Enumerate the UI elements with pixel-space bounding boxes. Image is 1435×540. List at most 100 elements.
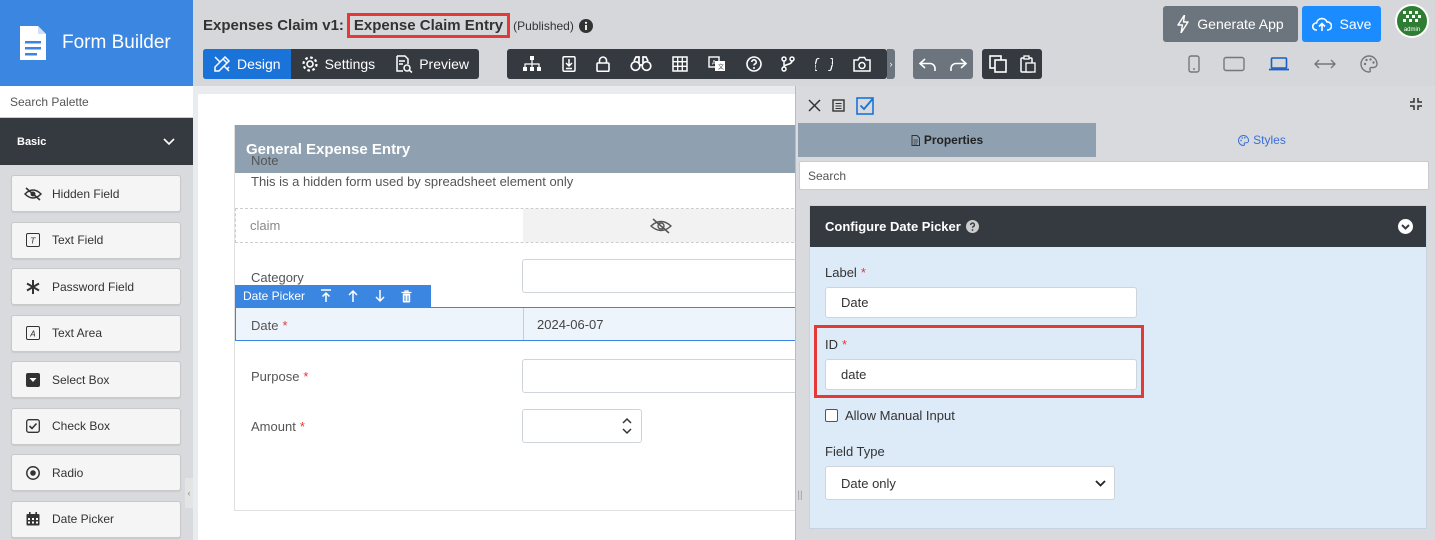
tab-design[interactable]: Design	[203, 49, 291, 79]
app-title: Expenses Claim v1:	[203, 17, 344, 34]
palette-item-password-field[interactable]: Password Field	[11, 268, 181, 305]
arrow-up-icon[interactable]	[347, 289, 359, 303]
table-grid-icon[interactable]	[672, 56, 688, 72]
amount-input[interactable]	[522, 409, 642, 443]
sitemap-icon[interactable]	[522, 56, 541, 72]
note-field[interactable]: Note This is a hidden form used by sprea…	[251, 153, 573, 189]
status-badge: (Published)	[513, 18, 574, 33]
label-field-input[interactable]: Date	[825, 287, 1137, 318]
move-to-top-icon[interactable]	[320, 289, 332, 303]
category-label: Basic	[17, 135, 47, 148]
config-title: Configure Date Picker	[825, 219, 961, 234]
palette-item-date-picker[interactable]: Date Picker	[11, 500, 181, 538]
palette-item-check-box[interactable]: Check Box	[11, 407, 181, 445]
select-box-icon	[24, 371, 42, 389]
category-input[interactable]	[522, 259, 799, 293]
trash-icon[interactable]	[401, 289, 412, 303]
paste-icon[interactable]	[1019, 55, 1036, 73]
palette-item-label: Date Picker	[52, 512, 115, 526]
undo-icon[interactable]	[918, 56, 938, 72]
palette-icon[interactable]	[1360, 55, 1378, 73]
properties-search	[799, 161, 1429, 190]
copy-paste-group	[982, 49, 1042, 79]
panel-splitter-handle[interactable]: ||	[795, 470, 805, 520]
info-icon[interactable]	[578, 18, 593, 33]
check-square-icon[interactable]	[856, 96, 875, 115]
palette-search-input[interactable]	[0, 86, 193, 117]
device-preview-group	[1188, 50, 1378, 78]
brand[interactable]: Form Builder	[0, 0, 193, 86]
mobile-icon[interactable]	[1188, 55, 1200, 73]
config-header[interactable]: Configure Date Picker	[810, 206, 1426, 247]
palette-item-text-field[interactable]: T Text Field	[11, 221, 181, 259]
amount-label: Amount *	[251, 419, 305, 434]
help-circle-icon[interactable]	[745, 56, 762, 72]
palette-items: Hidden Field T Text Field Password Field…	[0, 165, 193, 538]
document-search-icon	[396, 55, 413, 73]
sidebar: Form Builder Basic Hidden Field T Text F…	[0, 0, 193, 540]
code-braces-icon[interactable]: { }	[815, 56, 833, 72]
mode-tabs: Design Settings Preview	[203, 49, 479, 79]
arrow-down-icon[interactable]	[374, 289, 386, 303]
avatar[interactable]: admin	[1395, 4, 1429, 38]
purpose-input[interactable]	[522, 359, 799, 393]
document-icon	[20, 26, 46, 60]
date-field-value[interactable]: 2024-06-07	[523, 308, 800, 340]
checkbox-box[interactable]	[825, 409, 838, 422]
help-circle-icon[interactable]	[965, 220, 979, 233]
topbar: Expenses Claim v1: Expense Claim Entry (…	[193, 0, 1435, 86]
date-field-row[interactable]: Date * 2024-06-07	[235, 307, 800, 341]
properties-panel: Properties Styles Configure Date Picker …	[795, 86, 1435, 540]
save-button[interactable]: Save	[1302, 6, 1381, 42]
generate-app-button[interactable]: Generate App	[1163, 6, 1298, 42]
tab-styles[interactable]: Styles	[1096, 123, 1428, 157]
allow-manual-input-label: Allow Manual Input	[845, 408, 955, 423]
binoculars-icon[interactable]	[630, 56, 652, 72]
note-text: This is a hidden form used by spreadshee…	[251, 174, 574, 189]
palette-item-select-box[interactable]: Select Box	[11, 361, 181, 398]
spinner-arrows-icon[interactable]	[621, 417, 633, 435]
gear-icon	[301, 56, 318, 72]
note-label: Note	[251, 153, 279, 168]
text-area-icon: A	[24, 324, 42, 342]
chevron-circle-down-icon[interactable]	[1398, 219, 1413, 234]
svg-text:A: A	[29, 330, 35, 339]
hidden-field-row[interactable]: claim	[235, 208, 799, 243]
arrows-horizontal-icon[interactable]	[1313, 56, 1337, 72]
tab-properties[interactable]: Properties	[798, 123, 1096, 157]
language-icon[interactable]: A文	[708, 56, 726, 72]
compress-icon[interactable]	[1409, 97, 1423, 111]
tab-styles-label: Styles	[1253, 133, 1286, 147]
sidebar-collapse-handle[interactable]: ‹	[185, 478, 193, 508]
toolbar-more-handle[interactable]: ›	[887, 49, 895, 79]
palette-item-label: Check Box	[52, 419, 111, 433]
properties-search-input[interactable]	[800, 162, 1428, 189]
calendar-icon	[24, 510, 42, 528]
palette-item-radio[interactable]: Radio	[11, 454, 181, 491]
category-basic[interactable]: Basic	[0, 118, 193, 165]
allow-manual-input-checkbox[interactable]: Allow Manual Input	[825, 408, 955, 423]
palette-item-hidden-field[interactable]: Hidden Field	[11, 175, 181, 212]
tablet-icon[interactable]	[1223, 56, 1245, 72]
form-section[interactable]: General Expense Entry Note This is a hid…	[234, 125, 800, 511]
window-icon[interactable]	[832, 99, 845, 112]
copy-icon[interactable]	[988, 55, 1007, 73]
redo-icon[interactable]	[948, 56, 968, 72]
file-import-icon[interactable]	[561, 56, 577, 72]
field-type-select[interactable]: Date only	[825, 466, 1115, 500]
tab-settings[interactable]: Settings	[291, 49, 386, 79]
palette-item-label: Password Field	[52, 279, 135, 294]
lock-icon[interactable]	[596, 56, 611, 72]
id-field-label: ID *	[825, 337, 848, 352]
camera-icon[interactable]	[853, 56, 871, 72]
id-field-input[interactable]: date	[825, 359, 1137, 390]
generate-app-label: Generate App	[1197, 16, 1284, 32]
hidden-field-label: claim	[250, 218, 281, 233]
code-branch-icon[interactable]	[781, 56, 796, 72]
avatar-label: admin	[1403, 27, 1421, 33]
palette-item-text-area[interactable]: A Text Area	[11, 314, 181, 352]
close-icon[interactable]	[808, 99, 821, 112]
laptop-icon[interactable]	[1268, 56, 1290, 72]
palette-item-label: Text Area	[52, 326, 103, 340]
tab-preview[interactable]: Preview	[385, 49, 479, 79]
